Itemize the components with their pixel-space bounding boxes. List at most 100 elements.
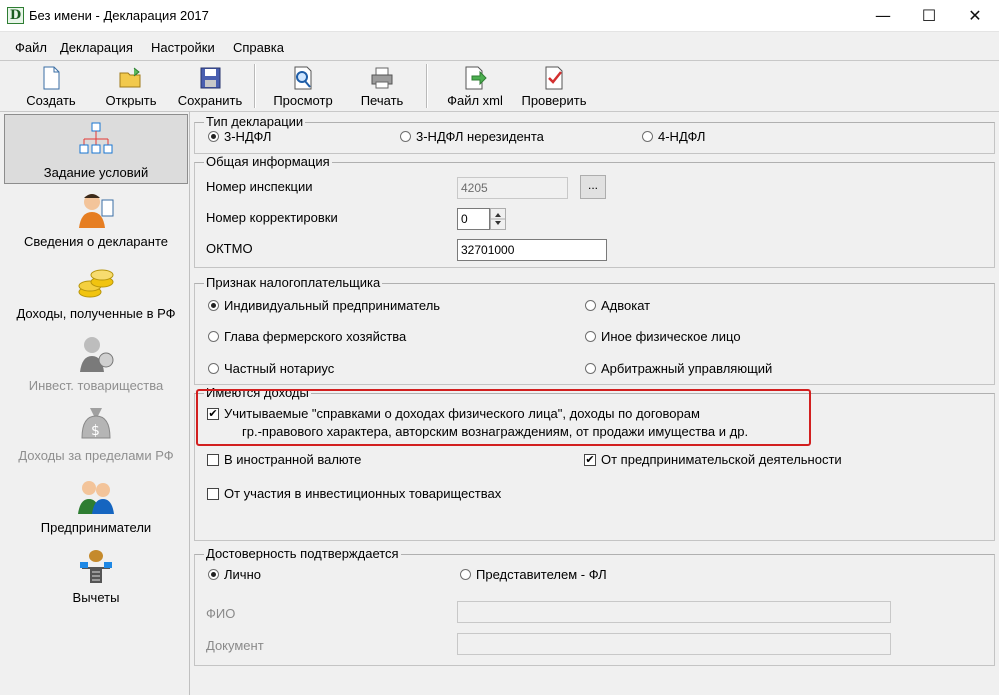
window-title: Без имени - Декларация 2017 xyxy=(29,8,209,23)
radio-3ndfl[interactable] xyxy=(208,131,219,142)
minimize-button[interactable]: — xyxy=(860,0,906,32)
investment-person-icon xyxy=(80,337,114,372)
nav-income-abroad[interactable]: $ Доходы за пределами РФ xyxy=(4,404,188,468)
nav-label: Сведения о декларанте xyxy=(24,234,168,249)
nav-invest[interactable]: Инвест. товарищества xyxy=(4,334,188,398)
check-label: Проверить xyxy=(521,93,587,108)
close-button[interactable]: ✕ xyxy=(952,0,998,32)
document-field[interactable] xyxy=(457,633,891,655)
radio-3ndfl-nonresident[interactable] xyxy=(400,131,411,142)
app-icon: D xyxy=(7,7,24,24)
printer-icon xyxy=(371,67,393,89)
save-disk-icon xyxy=(200,67,221,89)
coins-icon xyxy=(78,269,114,298)
svg-text:$: $ xyxy=(91,423,100,439)
oktmo-label: ОКТМО xyxy=(206,241,253,256)
open-button[interactable]: Открыть xyxy=(98,62,164,110)
preview-icon xyxy=(294,66,312,90)
nav-label: Доходы за пределами РФ xyxy=(18,448,174,463)
nav-declarant[interactable]: Сведения о декларанте xyxy=(4,190,188,254)
radio-4ndfl[interactable] xyxy=(642,131,653,142)
nav-income-rf[interactable]: Доходы, полученные в РФ xyxy=(4,262,188,326)
inspection-browse-button[interactable]: ... xyxy=(580,175,606,199)
nav-entrepreneurs[interactable]: Предприниматели xyxy=(4,476,188,540)
declarant-person-icon xyxy=(79,194,114,228)
save-label: Сохранить xyxy=(177,93,243,108)
investment-partnership-label: От участия в инвестиционных товарищества… xyxy=(224,486,502,501)
check-button[interactable]: Проверить xyxy=(516,62,592,110)
nav-label: Предприниматели xyxy=(40,520,152,535)
xml-file-label: Файл xml xyxy=(447,93,503,108)
menu-declaration[interactable]: Декларация xyxy=(60,40,133,55)
radio-other-person-label: Иное физическое лицо xyxy=(601,329,741,344)
radio-4ndfl-label: 4-НДФЛ xyxy=(658,129,706,144)
income-certificates-checkbox[interactable]: ✔ xyxy=(207,408,219,420)
fio-field[interactable] xyxy=(457,601,891,623)
radio-3ndfl-nonresident-label: 3-НДФЛ нерезидента xyxy=(416,129,544,144)
declaration-type-title: Тип декларации xyxy=(204,114,306,129)
radio-personally-label: Лично xyxy=(224,567,261,582)
open-label: Открыть xyxy=(105,93,157,108)
authenticity-title: Достоверность подтверждается xyxy=(204,546,401,561)
radio-representative-label: Представителем - ФЛ xyxy=(476,567,607,582)
nav-label: Задание условий xyxy=(43,165,149,180)
menu-settings[interactable]: Настройки xyxy=(151,40,215,55)
investment-partnership-checkbox[interactable] xyxy=(207,488,219,500)
income-certificates-label-line2: гр.-правового характера, авторским возна… xyxy=(242,424,749,439)
print-button[interactable]: Печать xyxy=(354,62,410,110)
menu-bar xyxy=(0,36,999,60)
inspection-number-field[interactable]: 4205 xyxy=(457,177,568,199)
radio-other-person[interactable] xyxy=(585,331,596,342)
business-income-checkbox[interactable]: ✔ xyxy=(584,454,596,466)
nav-label: Вычеты xyxy=(72,590,120,605)
money-bag-icon: $ xyxy=(81,408,111,439)
correction-number-label: Номер корректировки xyxy=(206,210,338,225)
business-income-label: От предпринимательской деятельности xyxy=(601,452,842,467)
create-button[interactable]: Создать xyxy=(18,62,84,110)
radio-individual-entrepreneur-label: Индивидуальный предприниматель xyxy=(224,298,441,313)
oktmo-field[interactable]: 32701000 xyxy=(457,239,607,261)
nav-label: Доходы, полученные в РФ xyxy=(16,306,176,321)
radio-notary-label: Частный нотариус xyxy=(224,361,335,376)
xml-file-button[interactable]: Файл xml xyxy=(442,62,508,110)
radio-individual-entrepreneur[interactable] xyxy=(208,300,219,311)
new-file-icon xyxy=(43,66,60,90)
radio-arbitration-manager[interactable] xyxy=(585,363,596,374)
conditions-icon xyxy=(79,122,113,154)
income-certificates-label-line1: Учитываемые "справками о доходах физичес… xyxy=(224,406,700,421)
menu-file[interactable]: Файл xyxy=(15,40,47,55)
maximize-button[interactable]: ☐ xyxy=(906,0,952,32)
correction-spinner[interactable] xyxy=(490,208,506,230)
check-document-icon xyxy=(545,66,563,90)
nav-conditions[interactable]: Задание условий xyxy=(4,114,188,184)
xml-export-icon xyxy=(465,66,487,90)
correction-number-field[interactable]: 0 xyxy=(457,208,490,230)
radio-personally[interactable] xyxy=(208,569,219,580)
radio-representative[interactable] xyxy=(460,569,471,580)
fio-label: ФИО xyxy=(206,606,236,621)
nav-deductions[interactable]: Вычеты xyxy=(4,546,188,610)
save-button[interactable]: Сохранить xyxy=(174,62,246,110)
create-label: Создать xyxy=(26,93,76,108)
document-label: Документ xyxy=(206,638,264,653)
preview-button[interactable]: Просмотр xyxy=(268,62,338,110)
menu-help[interactable]: Справка xyxy=(233,40,284,55)
radio-3ndfl-label: 3-НДФЛ xyxy=(224,129,272,144)
radio-farm-head-label: Глава фермерского хозяйства xyxy=(224,329,407,344)
foreign-currency-label: В иностранной валюте xyxy=(224,452,362,467)
print-label: Печать xyxy=(360,93,404,108)
radio-arbitration-manager-label: Арбитражный управляющий xyxy=(601,361,773,376)
general-info-title: Общая информация xyxy=(204,154,332,169)
spinner-arrows-icon xyxy=(491,213,505,225)
open-folder-icon xyxy=(119,67,141,88)
nav-label: Инвест. товарищества xyxy=(28,378,164,393)
foreign-currency-checkbox[interactable] xyxy=(207,454,219,466)
declaration-type-group xyxy=(194,122,995,154)
preview-label: Просмотр xyxy=(273,93,333,108)
radio-notary[interactable] xyxy=(208,363,219,374)
inspection-number-label: Номер инспекции xyxy=(206,179,313,194)
radio-lawyer[interactable] xyxy=(585,300,596,311)
toolbar-separator xyxy=(254,64,256,108)
radio-farm-head[interactable] xyxy=(208,331,219,342)
toolbar-separator xyxy=(426,64,428,108)
